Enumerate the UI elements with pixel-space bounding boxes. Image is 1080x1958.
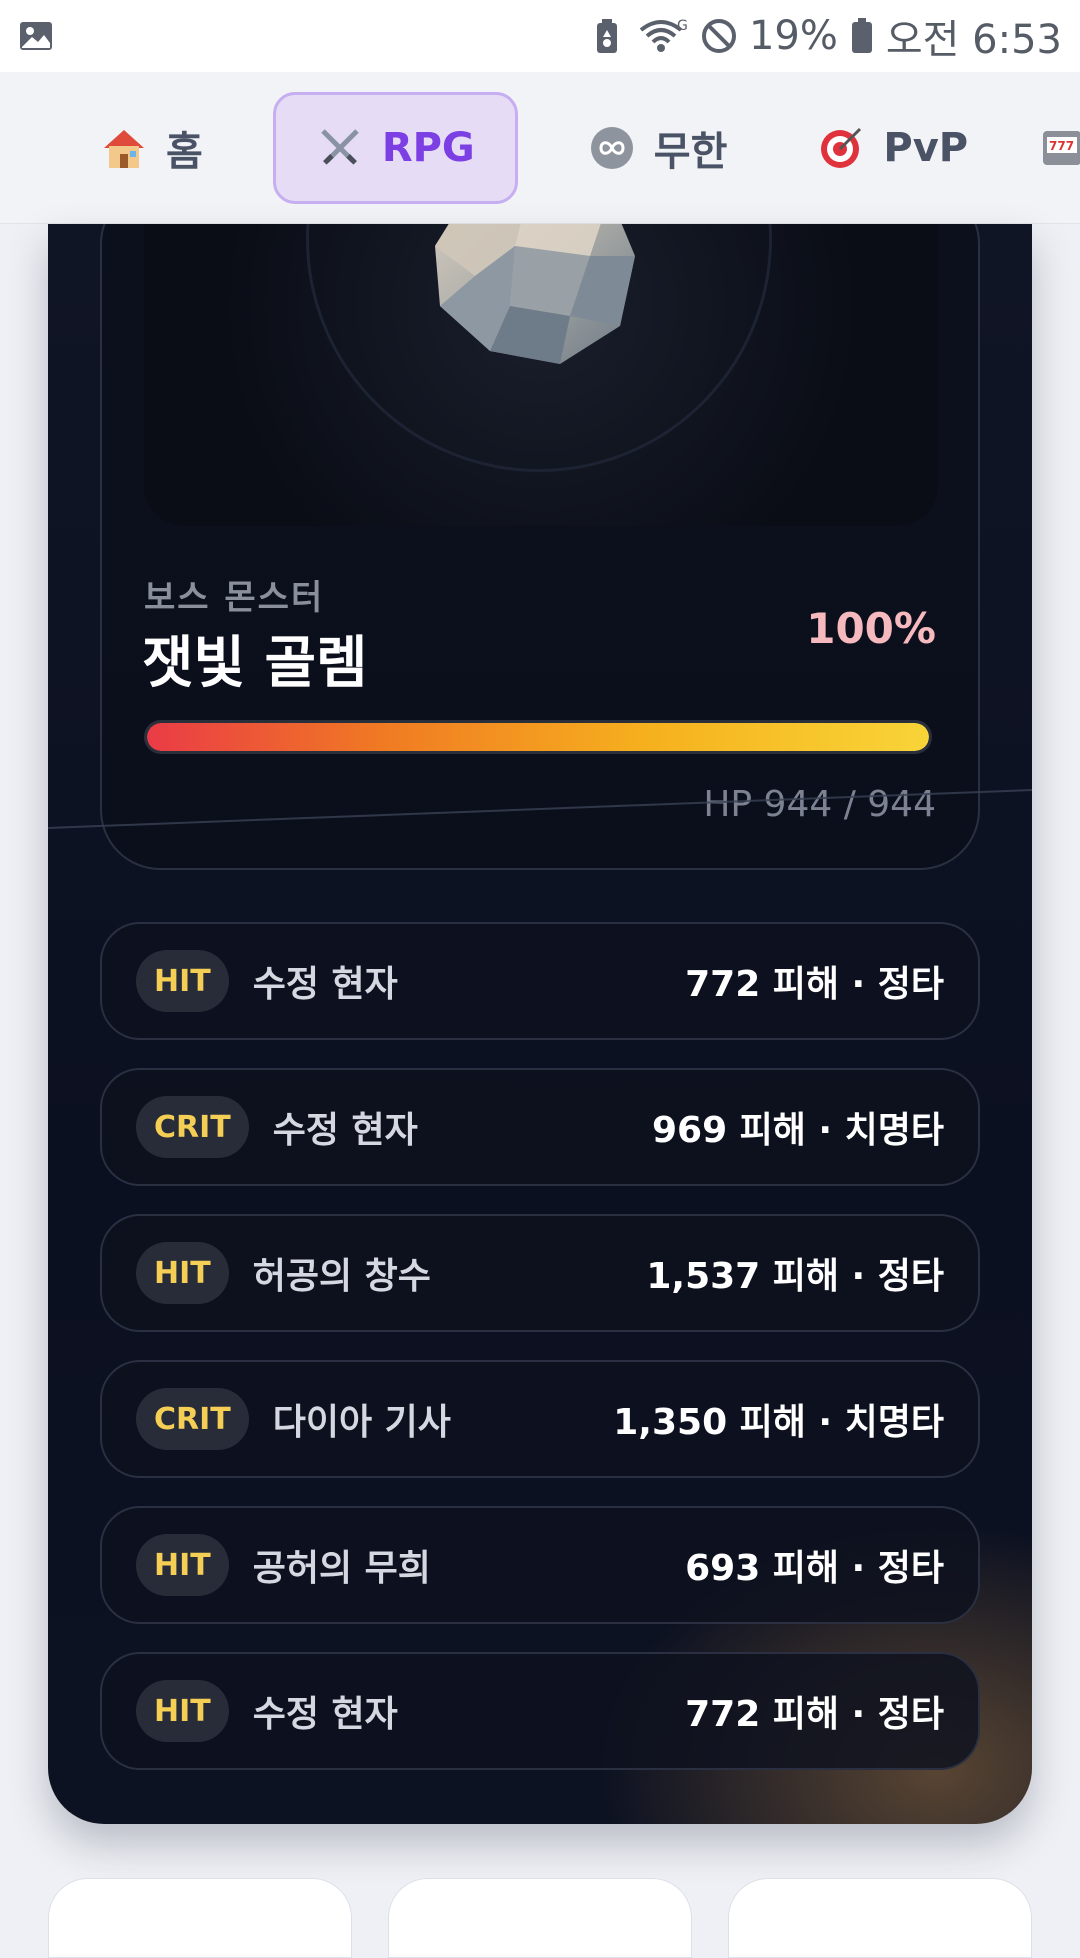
- crossed-swords-icon: [316, 124, 364, 172]
- combat-log-row: CRIT 다이아 기사 1,350 피해 · 치명타: [100, 1360, 980, 1478]
- attacker-name: 허공의 창수: [252, 1256, 431, 1297]
- tab-home[interactable]: 홈: [80, 92, 223, 204]
- svg-text:G: G: [677, 18, 688, 34]
- tab-rpg-label: RPG: [381, 124, 475, 171]
- battery-saver-icon: [589, 18, 625, 54]
- tab-home-label: 홈: [166, 128, 203, 175]
- damage-text: 1,350 피해 · 치명타: [613, 1402, 944, 1443]
- tab-infinite[interactable]: 무한: [568, 92, 748, 204]
- boss-hp-percent: 100%: [806, 604, 936, 653]
- boss-panel: [100, 224, 980, 870]
- no-disturb-icon: [701, 18, 737, 54]
- attacker-name: 다이아 기사: [272, 1402, 451, 1443]
- hit-type-badge: HIT: [136, 1534, 229, 1596]
- damage-text: 1,537 피해 · 정타: [646, 1256, 944, 1297]
- status-bar: G 19% 오전 6:53: [0, 0, 1080, 72]
- hit-type-badge: HIT: [136, 1242, 229, 1304]
- hit-type-badge: HIT: [136, 950, 229, 1012]
- golem-image: [435, 224, 635, 364]
- clock: 오전 6:53: [885, 17, 1062, 63]
- tab-infinite-label: 무한: [653, 128, 728, 175]
- wifi-icon: G: [637, 18, 689, 54]
- attacker-name: 수정 현자: [252, 1694, 398, 1735]
- boss-art: [144, 224, 938, 526]
- attacker-name: 수정 현자: [252, 964, 398, 1005]
- bottom-card-1[interactable]: [48, 1878, 352, 1958]
- battle-card: 보스 몬스터 잿빛 골렘 100% HP 944 / 944 HIT 수정 현자 7…: [48, 224, 1032, 1824]
- combat-log-row: HIT 수정 현자 772 피해 · 정타: [100, 922, 980, 1040]
- damage-text: 969 피해 · 치명타: [651, 1110, 944, 1151]
- attacker-name: 공허의 무희: [252, 1548, 431, 1589]
- bottom-card-3[interactable]: [728, 1878, 1032, 1958]
- target-icon: [817, 124, 865, 172]
- tab-rpg[interactable]: RPG: [272, 91, 518, 204]
- svg-text:777: 777: [1049, 139, 1074, 153]
- top-nav: 홈 RPG 무한 PvP 777: [0, 72, 1080, 224]
- boss-name: 잿빛 골렘: [142, 631, 368, 696]
- damage-text: 772 피해 · 정타: [685, 964, 944, 1005]
- damage-text: 772 피해 · 정타: [685, 1694, 944, 1735]
- infinity-icon: [588, 124, 636, 172]
- gallery-icon: [18, 18, 54, 54]
- boss-hp-fill: [147, 723, 929, 751]
- hit-type-badge: HIT: [136, 1680, 229, 1742]
- hit-type-badge: CRIT: [136, 1096, 249, 1158]
- bottom-card-2[interactable]: [388, 1878, 692, 1958]
- tab-slots[interactable]: 777: [1038, 92, 1080, 204]
- house-icon: [100, 124, 148, 172]
- combat-log-row: HIT 허공의 창수 1,537 피해 · 정타: [100, 1214, 980, 1332]
- damage-text: 693 피해 · 정타: [685, 1548, 944, 1589]
- boss-hp-bar: [144, 720, 932, 754]
- hit-type-badge: CRIT: [136, 1388, 249, 1450]
- tab-pvp-label: PvP: [883, 124, 969, 171]
- combat-log-row: HIT 수정 현자 772 피해 · 정타: [100, 1652, 980, 1770]
- slot-machine-icon: 777: [1038, 124, 1080, 172]
- attacker-name: 수정 현자: [272, 1110, 418, 1151]
- battery-percent: 19%: [748, 13, 838, 59]
- battery-icon: [850, 18, 874, 54]
- tab-pvp[interactable]: PvP: [797, 92, 988, 204]
- combat-log-row: HIT 공허의 무희 693 피해 · 정타: [100, 1506, 980, 1624]
- boss-type-label: 보스 몬스터: [144, 578, 325, 618]
- combat-log-row: CRIT 수정 현자 969 피해 · 치명타: [100, 1068, 980, 1186]
- boss-hp-text: HP 944 / 944: [703, 784, 936, 825]
